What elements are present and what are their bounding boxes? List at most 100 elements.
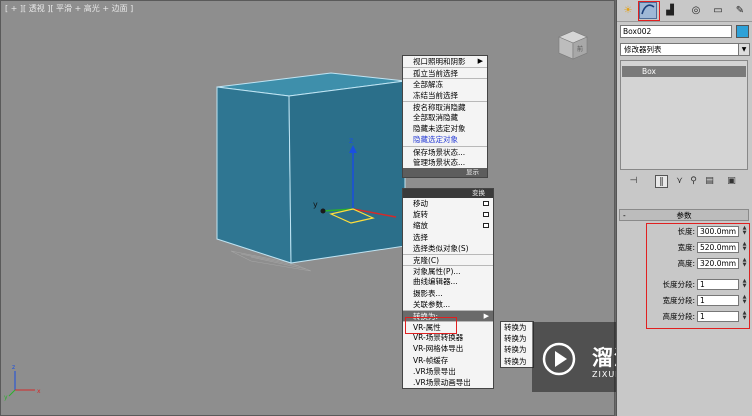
viewcube-face-label: 前	[577, 45, 583, 53]
submenu-item-convert-2[interactable]: 转换为	[501, 333, 533, 344]
menu-item-isolate-selection[interactable]: 孤立当前选择	[403, 67, 487, 78]
param-length-segs-input[interactable]: 1	[697, 279, 739, 290]
modifier-list-label: 修改器列表	[624, 45, 662, 54]
menu-item-hide-selection[interactable]: 隐藏选定对象	[403, 134, 487, 145]
object-color-swatch[interactable]	[736, 25, 749, 38]
make-unique-icon[interactable]: ⋎	[673, 175, 686, 188]
tripod-y-label: y	[4, 394, 8, 401]
param-length-input[interactable]: 300.0mm	[697, 226, 739, 237]
quad-menu-transform: 变换 移动 旋转 缩放 选择 选择类似对象(S) 克隆(C) 对象属性(P)..…	[402, 188, 494, 390]
spinner-icon[interactable]: ▲ ▼	[741, 311, 748, 322]
param-height-segs-label: 高度分段:	[662, 312, 695, 321]
param-length-segs: 长度分段: 1 ▲ ▼	[617, 279, 752, 291]
menu-item-hide-unselected[interactable]: 隐藏未选定对象	[403, 123, 487, 134]
tripod-z-label: z	[12, 364, 15, 371]
box-left-face[interactable]	[216, 86, 292, 264]
command-panel-tabs: ☀ ▟ ◎ ▭ ✎	[617, 0, 752, 22]
pin-stack-icon[interactable]: ⊣	[627, 175, 640, 188]
viewcube[interactable]: 前	[551, 27, 591, 63]
perspective-viewport[interactable]: [ + ][ 透视 ][ 平滑 + 高光 + 边面 ] z y z x y 前 …	[0, 0, 616, 416]
motion-tab-icon[interactable]: ◎	[687, 2, 705, 19]
settings-box-icon[interactable]	[483, 212, 489, 218]
spinner-icon[interactable]: ▲ ▼	[741, 226, 748, 237]
modify-tab-curve-icon[interactable]	[639, 2, 657, 19]
menu-item-dope-sheet[interactable]: 摄影表...	[403, 288, 493, 299]
param-height: 高度: 320.0mm ▲ ▼	[617, 258, 752, 270]
settings-box-icon[interactable]	[483, 223, 489, 229]
rollout-title: 参数	[676, 211, 692, 220]
spinner-icon[interactable]: ▲ ▼	[741, 279, 748, 290]
menu-item-unfreeze-all[interactable]: 全部解冻	[403, 78, 487, 89]
chevron-down-icon[interactable]: ▼	[738, 44, 749, 55]
menu-item-object-properties[interactable]: 对象属性(P)...	[403, 265, 493, 276]
modifier-stack[interactable]: Box	[620, 60, 748, 170]
configure-sets-icon[interactable]: ▤	[703, 175, 716, 188]
menu-item-unhide-all[interactable]: 全部取消隐藏	[403, 112, 487, 123]
stack-toolbar: ⊣ ‖ ⋎ ⚲ ▤ ▣	[617, 173, 752, 191]
menu-item-move[interactable]: 移动	[403, 198, 493, 209]
watermark-logo-icon	[542, 342, 576, 376]
submenu-item-convert-3[interactable]: 转换为	[501, 344, 533, 355]
parameters-rollout-header[interactable]: - 参数	[619, 209, 749, 221]
menu-item-wire-parameters[interactable]: 关联参数...	[403, 299, 493, 310]
menu-item-select-similar[interactable]: 选择类似对象(S)	[403, 243, 493, 254]
show-end-result-icon[interactable]: ‖	[655, 175, 668, 188]
quad-header-transform: 变换	[403, 189, 493, 198]
menu-item-vr-scene-anim-export[interactable]: .VR场景动画导出	[403, 377, 493, 388]
object-name-field[interactable]: Box002	[620, 25, 732, 38]
modifier-list-dropdown[interactable]: 修改器列表 ▼	[620, 43, 750, 56]
spinner-icon[interactable]: ▲ ▼	[741, 242, 748, 253]
param-width-segs-label: 宽度分段:	[662, 296, 695, 305]
display-tab-icon[interactable]: ▭	[709, 2, 727, 19]
menu-item-unhide-by-name[interactable]: 按名称取消隐藏	[403, 100, 487, 112]
menu-item-vr-frame-buffer[interactable]: VR-帧缓存	[403, 355, 493, 366]
spinner-icon[interactable]: ▲ ▼	[741, 295, 748, 306]
collapse-icon[interactable]: -	[623, 210, 626, 221]
tripod-x-label: x	[37, 388, 41, 395]
gizmo-y-label: y	[313, 200, 318, 209]
param-width-input[interactable]: 520.0mm	[697, 242, 739, 253]
menu-item-vr-scene-converter[interactable]: VR-场景转换器	[403, 332, 493, 343]
param-width-label: 宽度:	[677, 243, 695, 252]
menu-item-clone[interactable]: 克隆(C)	[403, 253, 493, 265]
menu-item-vr-mesh-export[interactable]: VR-网格体导出	[403, 343, 493, 354]
param-width-segs: 宽度分段: 1 ▲ ▼	[617, 295, 752, 307]
box-front-face[interactable]	[288, 80, 406, 264]
submenu-item-convert-1[interactable]: 转换为	[501, 322, 533, 333]
param-height-input[interactable]: 320.0mm	[697, 258, 739, 269]
menu-item-select[interactable]: 选择	[403, 232, 493, 243]
menu-item-curve-editor[interactable]: 曲线编辑器...	[403, 276, 493, 287]
utilities-tab-icon[interactable]: ✎	[731, 2, 749, 19]
menu-item-save-scene-state[interactable]: 保存场景状态...	[403, 145, 487, 157]
spinner-icon[interactable]: ▲ ▼	[741, 258, 748, 269]
hierarchy-tab-icon[interactable]: ▟	[661, 2, 679, 19]
param-width: 宽度: 520.0mm ▲ ▼	[617, 242, 752, 254]
param-length-label: 长度:	[677, 227, 695, 236]
param-height-segs-input[interactable]: 1	[697, 311, 739, 322]
remove-modifier-icon[interactable]: ⚲	[687, 175, 700, 188]
menu-item-viewport-lighting[interactable]: 视口照明和阴影 ▶	[403, 56, 487, 67]
settings-box-icon[interactable]	[483, 201, 489, 206]
param-width-segs-input[interactable]: 1	[697, 295, 739, 306]
gizmo-z-label: z	[349, 136, 353, 145]
menu-item-manage-scene-states[interactable]: 管理场景状态...	[403, 157, 487, 168]
configure-icon[interactable]: ▣	[725, 175, 738, 188]
stack-item-box[interactable]: Box	[622, 66, 746, 77]
menu-item-rotate[interactable]: 旋转	[403, 209, 493, 220]
quad-menu-display: 视口照明和阴影 ▶ 孤立当前选择 全部解冻 冻结当前选择 按名称取消隐藏 全部取消…	[402, 55, 488, 178]
quad-header-display: 显示	[403, 167, 487, 177]
menu-item-scale[interactable]: 缩放	[403, 220, 493, 231]
param-length-segs-label: 长度分段:	[662, 280, 695, 289]
menu-item-freeze-selection[interactable]: 冻结当前选择	[403, 90, 487, 101]
command-panel: ☀ ▟ ◎ ▭ ✎ Box002 修改器列表 ▼ Box ⊣ ‖ ⋎ ⚲ ▤ ▣…	[616, 0, 752, 416]
submenu-item-convert-4[interactable]: 转换为	[501, 356, 533, 367]
param-height-segs: 高度分段: 1 ▲ ▼	[617, 311, 752, 323]
convert-to-submenu: 转换为 转换为 转换为 转换为	[500, 321, 534, 368]
param-length: 长度: 300.0mm ▲ ▼	[617, 226, 752, 238]
menu-item-vr-scene-export[interactable]: .VR场景导出	[403, 366, 493, 377]
create-tab-sun-icon[interactable]: ☀	[619, 2, 637, 19]
menu-item-vr-properties[interactable]: VR-属性	[403, 321, 493, 332]
axis-tripod: z x y	[4, 364, 41, 401]
menu-item-convert-to[interactable]: 转换为: ▶	[403, 309, 493, 322]
submenu-arrow-icon: ▶	[477, 57, 483, 65]
